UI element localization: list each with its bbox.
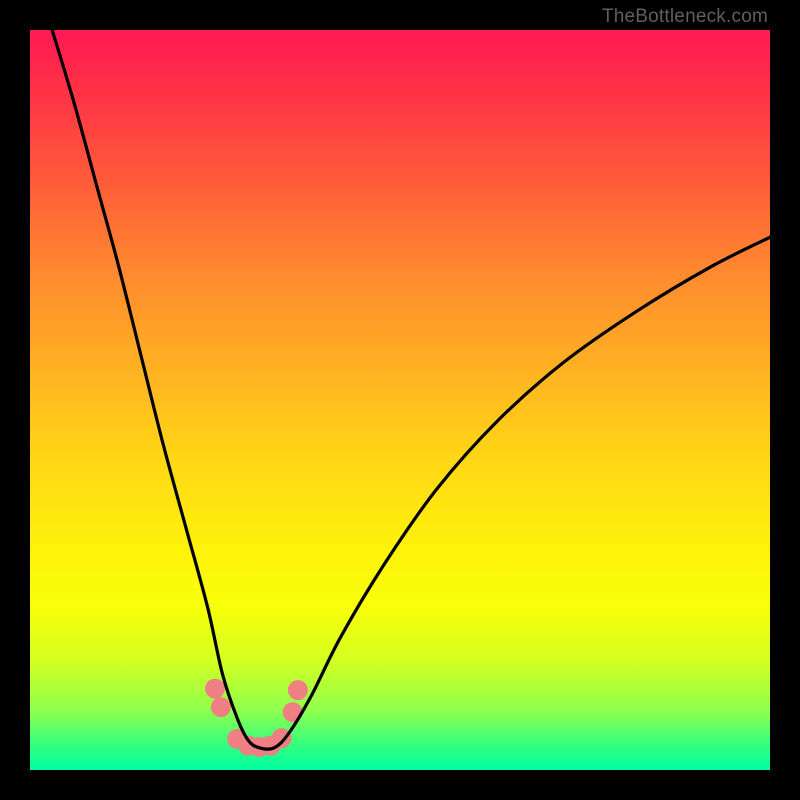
curve-marker (211, 697, 231, 717)
curve-marker (288, 680, 308, 700)
curve-layer (30, 30, 770, 770)
curve-marker (205, 679, 225, 699)
watermark-text: TheBottleneck.com (602, 6, 768, 28)
bottleneck-curve (52, 30, 770, 749)
plot-area (30, 30, 770, 770)
chart-frame: TheBottleneck.com (0, 0, 800, 800)
